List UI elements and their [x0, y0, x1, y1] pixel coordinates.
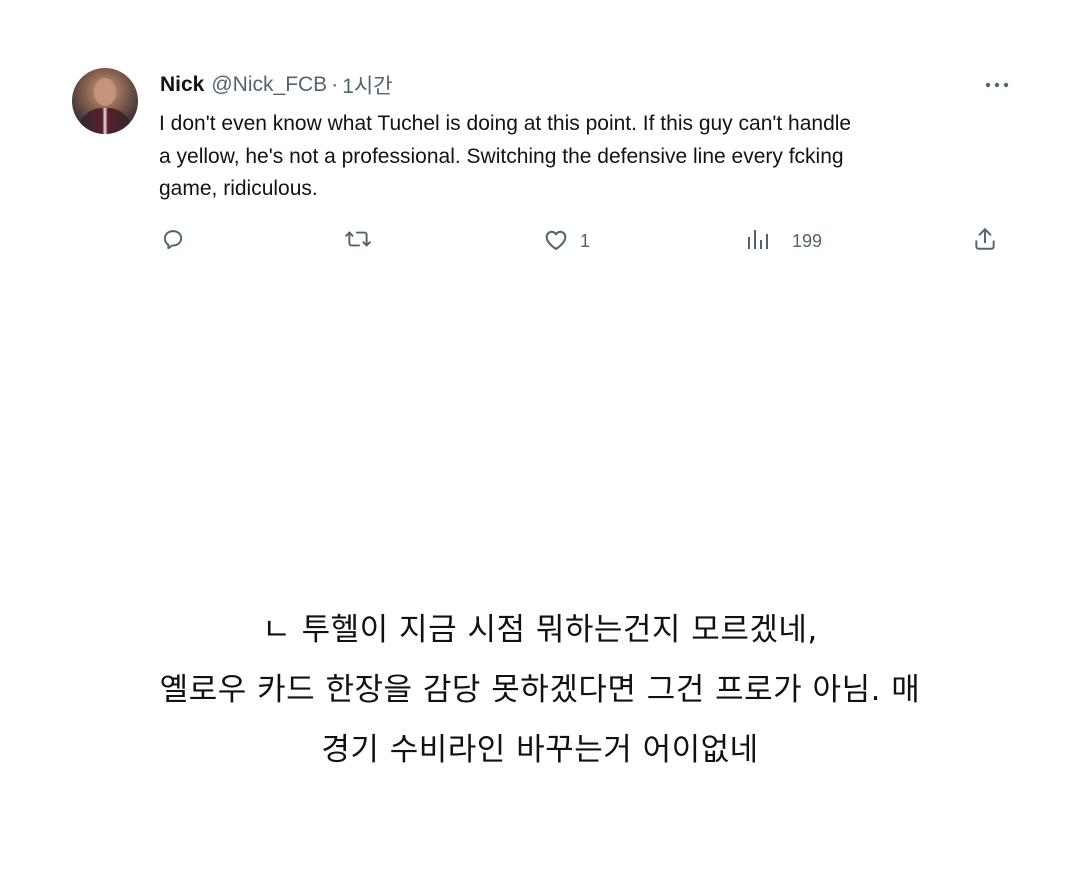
heart-icon: [542, 226, 570, 257]
views-count: 199: [792, 230, 823, 251]
author-handle[interactable]: @Nick_FCB: [211, 73, 327, 97]
tweet-text-line: I don't even know what Tuchel is doing a…: [159, 112, 852, 135]
tweet-text-line: a yellow, he's not a professional. Switc…: [159, 144, 844, 168]
separator-dot: ·: [331, 73, 339, 96]
like-count: 1: [580, 230, 591, 251]
caption-line: 옐로우 카드 한장을 감당 못하겠다면 그건 프로가 아님. 매: [159, 672, 921, 708]
tweet-actions: 1 199: [62, 224, 1022, 258]
reply-icon: [160, 226, 186, 257]
caption-line: ㄴ 투헬이 지금 시점 뭐하는건지 모르겠네,: [262, 612, 818, 648]
share-icon: [972, 226, 998, 257]
tweet-time[interactable]: 1시간: [342, 70, 392, 100]
avatar[interactable]: [72, 68, 138, 134]
author-name[interactable]: Nick: [160, 73, 204, 97]
tweet-text-line: game, ridiculous.: [159, 177, 318, 200]
views-button[interactable]: 199: [746, 224, 822, 258]
share-button[interactable]: [972, 224, 998, 258]
avatar-head: [94, 78, 116, 106]
like-button[interactable]: 1: [542, 224, 590, 258]
caption-line: 경기 수비라인 바꾸는거 어이없네: [321, 732, 759, 768]
reply-button[interactable]: [160, 224, 186, 258]
avatar-shirt: [78, 108, 132, 134]
bar-chart-icon: [746, 227, 770, 256]
retweet-icon: [344, 226, 372, 257]
tweet-card[interactable]: Nick @Nick_FCB · 1시간 I don't even know w…: [62, 52, 1022, 278]
more-dots-icon[interactable]: [982, 70, 1012, 100]
tweet-text: I don't even know what Tuchel is doing a…: [159, 108, 1019, 206]
caption-translation: ㄴ 투헬이 지금 시점 뭐하는건지 모르겠네, 옐로우 카드 한장을 감당 못하…: [0, 600, 1080, 780]
retweet-button[interactable]: [344, 224, 372, 258]
tweet-header: Nick @Nick_FCB · 1시간: [160, 70, 393, 100]
